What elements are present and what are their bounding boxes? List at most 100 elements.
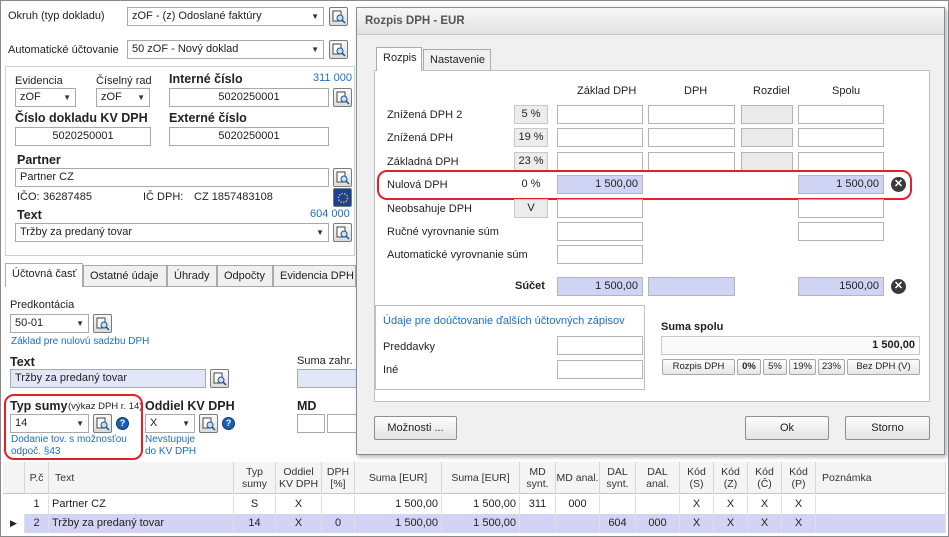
oddiel-lookup-button[interactable] xyxy=(199,414,218,433)
moznosti-button[interactable]: Možnosti ... xyxy=(374,416,457,440)
cell-kod-c: X xyxy=(748,514,782,533)
evidencia-select[interactable]: zOF xyxy=(15,88,76,107)
entries-grid: P.č Text Typ sumy Oddiel KV DPH DPH [%] … xyxy=(3,462,946,535)
grid-header[interactable]: Kód (S) xyxy=(680,462,714,494)
sucet-dph xyxy=(648,277,735,296)
table-row[interactable]: ▶ 2 Tržby za predaný tovar 14 X 0 1 500,… xyxy=(3,514,946,533)
md-anal-input[interactable] xyxy=(327,414,357,433)
suma-zahr-input[interactable] xyxy=(297,369,357,388)
grid-header[interactable]: DAL synt. xyxy=(600,462,636,494)
grid-header[interactable]: DAL anal. xyxy=(636,462,680,494)
rozpis-dph-dialog: Rozpis DPH - EUR Rozpis Nastavenie Zákla… xyxy=(356,7,945,455)
storno-button[interactable]: Storno xyxy=(845,416,930,440)
auto-lookup-button[interactable] xyxy=(329,40,348,59)
eu-flag-button[interactable] xyxy=(333,188,352,207)
externe-label: Externé číslo xyxy=(169,111,247,125)
spolu-input[interactable] xyxy=(798,222,884,241)
clear-sucet-button[interactable]: ✕ xyxy=(891,279,906,294)
partner-input[interactable]: Partner CZ xyxy=(15,168,329,187)
typ-sumy-highlight xyxy=(4,394,143,460)
text2-label: Text xyxy=(10,355,35,369)
sucet-zaklad: 1 500,00 xyxy=(557,277,643,296)
grid-header[interactable]: Kód (Z) xyxy=(714,462,748,494)
header-zaklad: Základ DPH xyxy=(577,85,637,97)
zaklad-input[interactable] xyxy=(557,152,643,171)
cell-dph xyxy=(322,495,355,514)
okruh-lookup-button[interactable] xyxy=(329,7,348,26)
dph-input[interactable] xyxy=(648,105,735,124)
cell-text: Partner CZ xyxy=(49,495,234,514)
grid-header[interactable]: Kód (P) xyxy=(782,462,816,494)
rate-5-button[interactable]: 5% xyxy=(763,359,787,375)
table-row[interactable]: 1 Partner CZ S X 1 500,00 1 500,00 311 0… xyxy=(3,495,946,514)
dph-input[interactable] xyxy=(648,128,735,147)
grid-header[interactable]: P.č xyxy=(25,462,49,494)
grid-header[interactable]: Oddiel KV DPH xyxy=(276,462,322,494)
text2-lookup-button[interactable] xyxy=(210,369,229,388)
auto-select[interactable]: 50 zOF - Nový doklad xyxy=(127,40,324,59)
externe-input[interactable]: 5020250001 xyxy=(169,127,329,146)
spolu-input[interactable] xyxy=(798,152,884,171)
rate-0-button[interactable]: 0% xyxy=(737,359,761,375)
oddiel-help-icon[interactable]: ? xyxy=(222,417,235,430)
bez-dph-button[interactable]: Bez DPH (V) xyxy=(847,359,920,375)
rozpis-dph-button[interactable]: Rozpis DPH xyxy=(662,359,735,375)
rate-23-button[interactable]: 23% xyxy=(818,359,845,375)
partner-lookup-button[interactable] xyxy=(333,168,352,187)
rate-19-button[interactable]: 19% xyxy=(789,359,816,375)
ico-value: 36287485 xyxy=(43,191,92,203)
predkontacia-select[interactable]: 50-01 xyxy=(10,314,89,333)
tab-rozpis[interactable]: Rozpis xyxy=(376,47,422,71)
grid-header[interactable]: Poznámka xyxy=(816,462,946,494)
tab-nastavenie[interactable]: Nastavenie xyxy=(423,49,491,71)
grid-header[interactable]: Suma [EUR] xyxy=(355,462,442,494)
grid-header[interactable]: Suma [EUR] xyxy=(442,462,520,494)
spolu-input[interactable] xyxy=(798,105,884,124)
row-pct: V xyxy=(514,199,548,218)
zaklad-input[interactable] xyxy=(557,128,643,147)
cell-dal-synt xyxy=(600,495,636,514)
grid-header[interactable]: Text xyxy=(49,462,234,494)
zaklad-input[interactable] xyxy=(557,245,643,264)
tab-uctovna-cast[interactable]: Účtovná časť xyxy=(5,263,83,287)
preddavky-input[interactable] xyxy=(557,336,643,355)
spolu-input[interactable] xyxy=(798,128,884,147)
tab-odpocty[interactable]: Odpočty xyxy=(217,265,273,287)
tab-evidencia-dph[interactable]: Evidencia DPH xyxy=(273,265,356,287)
cell-dal-anal xyxy=(636,495,680,514)
interne-input[interactable]: 5020250001 xyxy=(169,88,329,107)
zaklad-input[interactable] xyxy=(557,222,643,241)
ok-button[interactable]: Ok xyxy=(745,416,829,440)
text-lookup-button[interactable] xyxy=(333,223,352,242)
text2-input[interactable]: Tržby za predaný tovar xyxy=(10,369,206,388)
zaklad-input[interactable] xyxy=(557,105,643,124)
okruh-select[interactable]: zOF - (z) Odoslané faktúry xyxy=(127,7,324,26)
interne-lookup-button[interactable] xyxy=(333,88,352,107)
search-document-icon xyxy=(336,91,350,105)
cell-kod-z: X xyxy=(714,514,748,533)
cell-md-synt xyxy=(520,514,556,533)
cell-poznamka xyxy=(816,495,946,514)
dph-input[interactable] xyxy=(648,152,735,171)
grid-header[interactable]: Typ sumy xyxy=(234,462,276,494)
ciselny-select[interactable]: zOF xyxy=(96,88,150,107)
tab-ostatne-udaje[interactable]: Ostatné údaje xyxy=(83,265,167,287)
udaje-title: Údaje pre doúčtovanie ďalších účtovných … xyxy=(383,315,625,327)
grid-header[interactable]: Kód (Č) xyxy=(748,462,782,494)
icdph-label: IČ DPH: xyxy=(143,191,184,203)
predkontacia-lookup-button[interactable] xyxy=(93,314,112,333)
oddiel-select[interactable]: X xyxy=(145,414,195,433)
text-select[interactable]: Tržby za predaný tovar xyxy=(15,223,329,242)
zaklad-input[interactable] xyxy=(557,199,643,218)
md-synt-input[interactable] xyxy=(297,414,325,433)
tab-uhrady[interactable]: Úhrady xyxy=(167,265,217,287)
cell-kod-c: X xyxy=(748,495,782,514)
cell-oddiel: X xyxy=(276,514,322,533)
grid-header[interactable]: MD synt. xyxy=(520,462,556,494)
row-label: Znížená DPH xyxy=(387,132,454,144)
spolu-input[interactable] xyxy=(798,199,884,218)
kvdph-input[interactable]: 5020250001 xyxy=(15,127,151,146)
grid-header[interactable]: DPH [%] xyxy=(322,462,355,494)
grid-header[interactable]: MD anal. xyxy=(556,462,600,494)
ine-input[interactable] xyxy=(557,360,643,379)
